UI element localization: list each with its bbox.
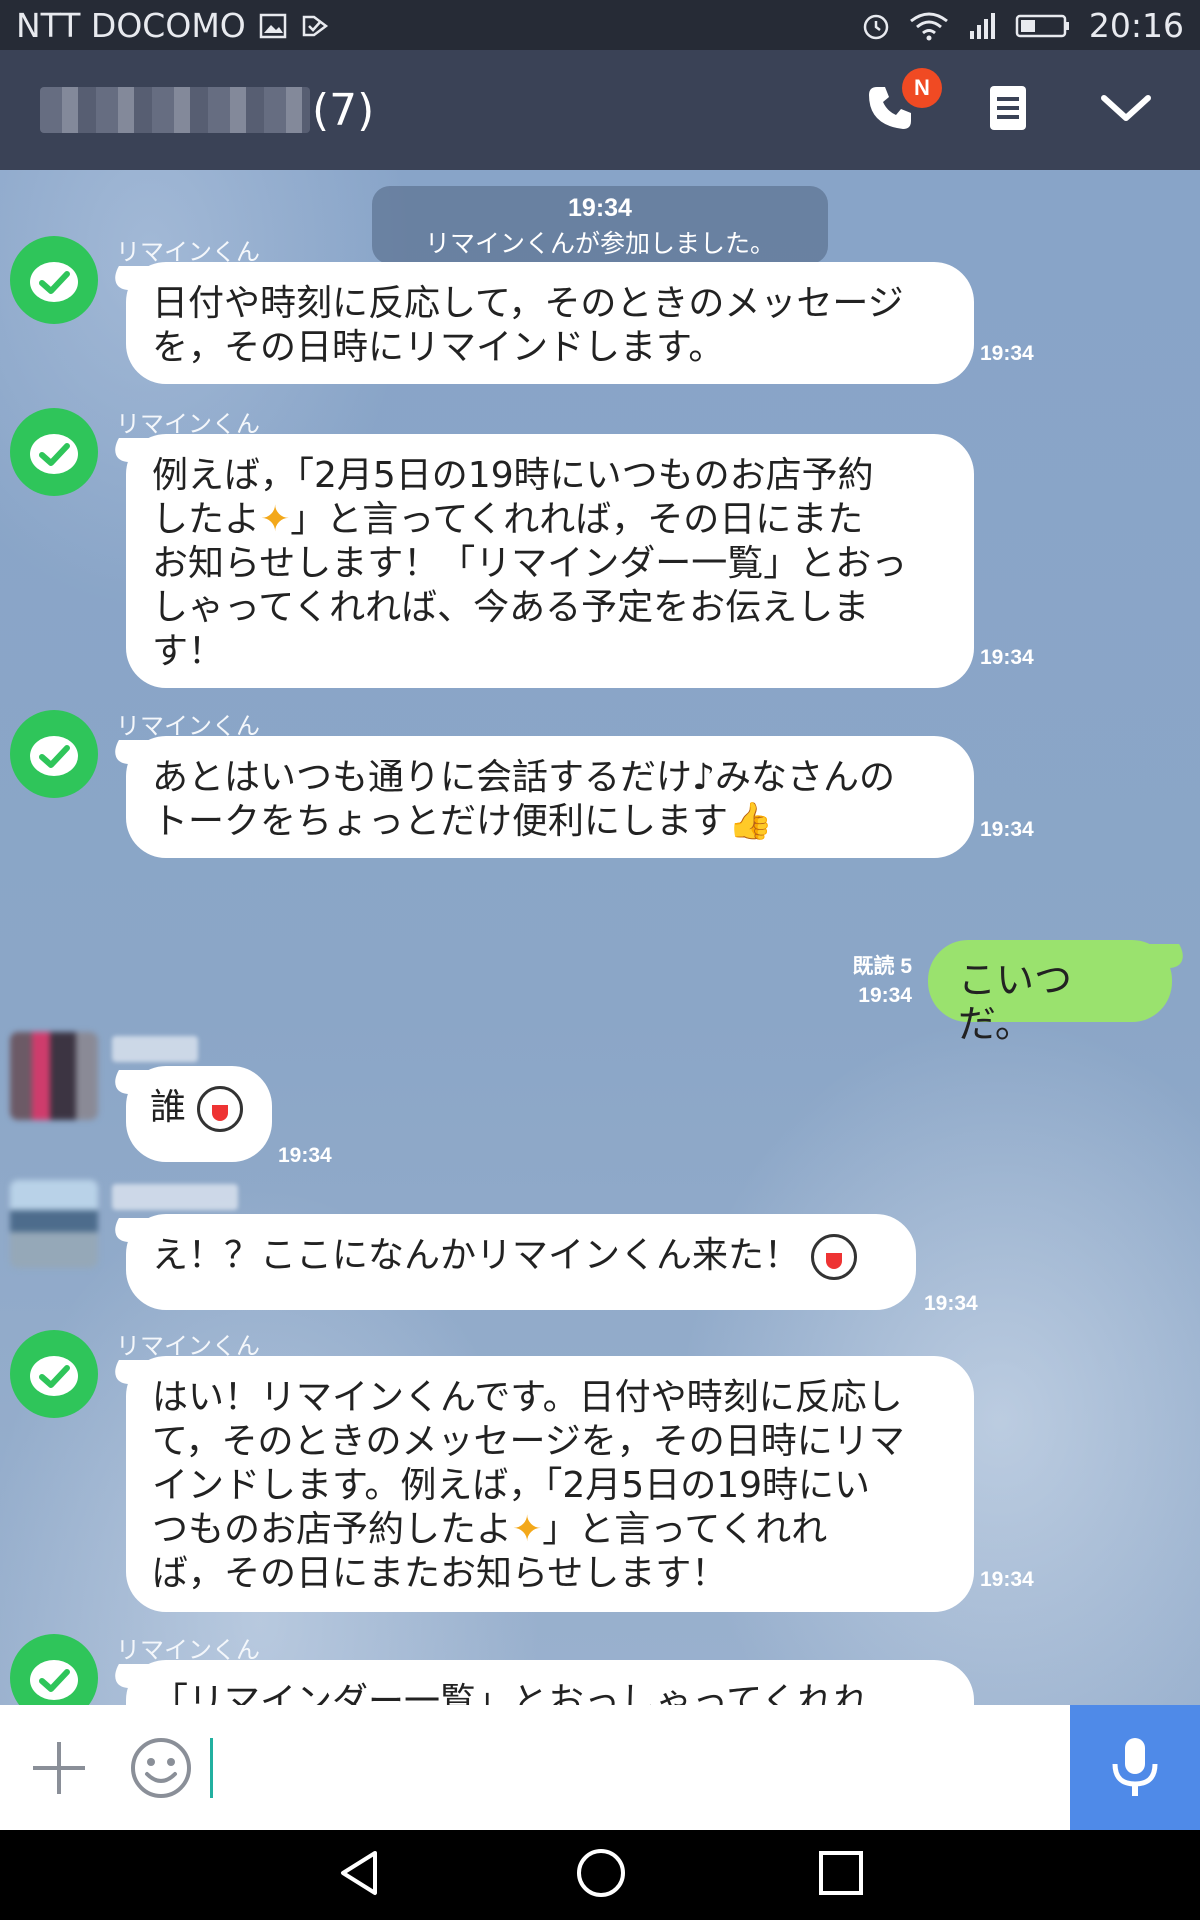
alarm-icon (861, 10, 891, 40)
sender-name-redacted (112, 1184, 238, 1210)
status-bar: NTT DOCOMO 20:16 (0, 0, 1200, 50)
clock: 20:16 (1088, 5, 1184, 45)
message-line: つものお店予約したよ✦」と言ってくれれ (152, 1509, 828, 1550)
sparkle-emoji-icon: ✦ (260, 499, 291, 540)
member-count: (7) (312, 84, 375, 136)
attach-button[interactable] (24, 1733, 94, 1803)
read-receipt: 既読 5 19:34 (830, 952, 912, 1010)
smiley-icon (131, 1737, 191, 1798)
battery-icon (1015, 10, 1071, 40)
message-time: 19:34 (278, 1144, 332, 1167)
message-line: こいつだ。 (958, 958, 1073, 1046)
system-message: 19:34 リマインくんが参加しました。 (372, 186, 828, 264)
bot-avatar[interactable] (10, 1634, 98, 1705)
message-bubble[interactable]: はい！リマインくんです。日付や時刻に反応し て，そのときのメッセージを，その日時… (126, 1356, 974, 1612)
system-message-time: 19:34 (568, 194, 632, 222)
message-bubble[interactable]: 誰 (126, 1066, 272, 1162)
message-line: お知らせします！「リマインダー一覧」とおっ (152, 543, 908, 584)
carrier-label: NTT DOCOMO (16, 5, 246, 45)
message-time: 19:34 (980, 342, 1034, 365)
recents-icon[interactable] (817, 1849, 865, 1901)
message-line: インドします。例えば，「2月5日の19時にい (152, 1465, 871, 1506)
message-line: ば，その日にまたお知らせします！ (152, 1553, 728, 1594)
sender-name-redacted (112, 1036, 198, 1062)
wifi-icon (909, 10, 949, 41)
check-bubble-icon (30, 262, 78, 302)
voice-button[interactable] (1070, 1705, 1200, 1830)
message-line: て，そのときのメッセージを，その日時にリマ (152, 1421, 905, 1462)
group-name-redacted (40, 87, 310, 133)
signal-icon (967, 10, 997, 40)
message-time: 19:34 (980, 818, 1034, 841)
message-bubble[interactable]: 「リマインダー一覧」とおっしゃってくれれ (126, 1660, 974, 1705)
message-line: 例えば，「2月5日の19時にいつものお店予約 (152, 455, 874, 496)
message-time: 19:34 (924, 1292, 978, 1315)
read-count: 既読 5 (852, 955, 912, 978)
bot-avatar[interactable] (10, 1330, 98, 1418)
check-bubble-icon (30, 1356, 78, 1396)
call-badge: N (902, 68, 942, 108)
laughing-emoji-icon (811, 1234, 858, 1280)
notes-icon (988, 84, 1028, 136)
message-line: え！？ここになんかリマインくん来た！ (152, 1235, 801, 1276)
system-message-text: リマインくんが参加しました。 (424, 229, 775, 258)
user-avatar-redacted[interactable] (10, 1180, 98, 1268)
chevron-down-icon (1100, 92, 1152, 128)
menu-toggle-button[interactable] (1098, 82, 1154, 138)
message-line: はい！リマインくんです。日付や時刻に反応し (152, 1377, 903, 1418)
check-bubble-icon (30, 736, 78, 776)
sparkle-emoji-icon: ✦ (512, 1509, 543, 1550)
message-bubble[interactable]: 日付や時刻に反応して，そのときのメッセージ を，その日時にリマインドします。 (126, 262, 974, 384)
message-bubble[interactable]: あとはいつも通りに会話するだけ♪みなさんの トークをちょっとだけ便利にします👍 (126, 736, 974, 858)
gallery-icon (258, 10, 288, 40)
message-time: 19:34 (980, 646, 1034, 669)
thumbs-up-emoji-icon: 👍 (728, 801, 773, 842)
message-line: を，その日時にリマインドします。 (152, 327, 725, 368)
user-avatar-redacted[interactable] (10, 1032, 98, 1120)
message-time: 19:34 (980, 1568, 1034, 1591)
message-input[interactable] (196, 1705, 1070, 1830)
message-line: 「リマインダー一覧」とおっしゃってくれれ (152, 1681, 870, 1705)
message-line: 日付や時刻に反応して，そのときのメッセージ (152, 283, 904, 324)
chat-header: (7) N (0, 50, 1200, 170)
message-bubble[interactable]: 例えば，「2月5日の19時にいつものお店予約 したよ✦」と言ってくれれば，その日… (126, 434, 974, 688)
my-message-bubble[interactable]: こいつだ。 (928, 940, 1172, 1046)
message-line: したよ✦」と言ってくれれば，その日にまた (152, 499, 864, 540)
chat-title[interactable]: (7) (40, 85, 862, 136)
message-line: す！ (152, 631, 225, 672)
check-bubble-icon (30, 434, 78, 474)
check-bubble-icon (30, 1660, 78, 1700)
check-icon (300, 10, 330, 40)
bot-avatar[interactable] (10, 236, 98, 324)
text-caret (210, 1737, 213, 1798)
notes-button[interactable] (980, 82, 1036, 138)
plus-icon (33, 1741, 85, 1794)
message-line: あとはいつも通りに会話するだけ♪みなさんの (152, 757, 895, 798)
input-bar (0, 1705, 1200, 1830)
call-button[interactable]: N (862, 68, 942, 138)
message-time: 19:34 (858, 984, 912, 1007)
chat-area[interactable]: 19:34 リマインくんが参加しました。 リマインくん 日付や時刻に反応して，そ… (0, 170, 1200, 1705)
system-nav-bar (0, 1830, 1200, 1920)
microphone-icon (1112, 1737, 1158, 1796)
bot-avatar[interactable] (10, 408, 98, 496)
bot-avatar[interactable] (10, 710, 98, 798)
message-line: トークをちょっとだけ便利にします👍 (152, 801, 773, 842)
message-bubble[interactable]: え！？ここになんかリマインくん来た！ (126, 1214, 916, 1310)
message-line: 誰 (150, 1087, 187, 1128)
laughing-emoji-icon (197, 1086, 244, 1132)
back-icon[interactable] (335, 1848, 385, 1902)
home-icon[interactable] (574, 1846, 628, 1904)
message-line: しゃってくれれば、今ある予定をお伝えしま (152, 587, 870, 628)
sticker-button[interactable] (126, 1733, 196, 1803)
